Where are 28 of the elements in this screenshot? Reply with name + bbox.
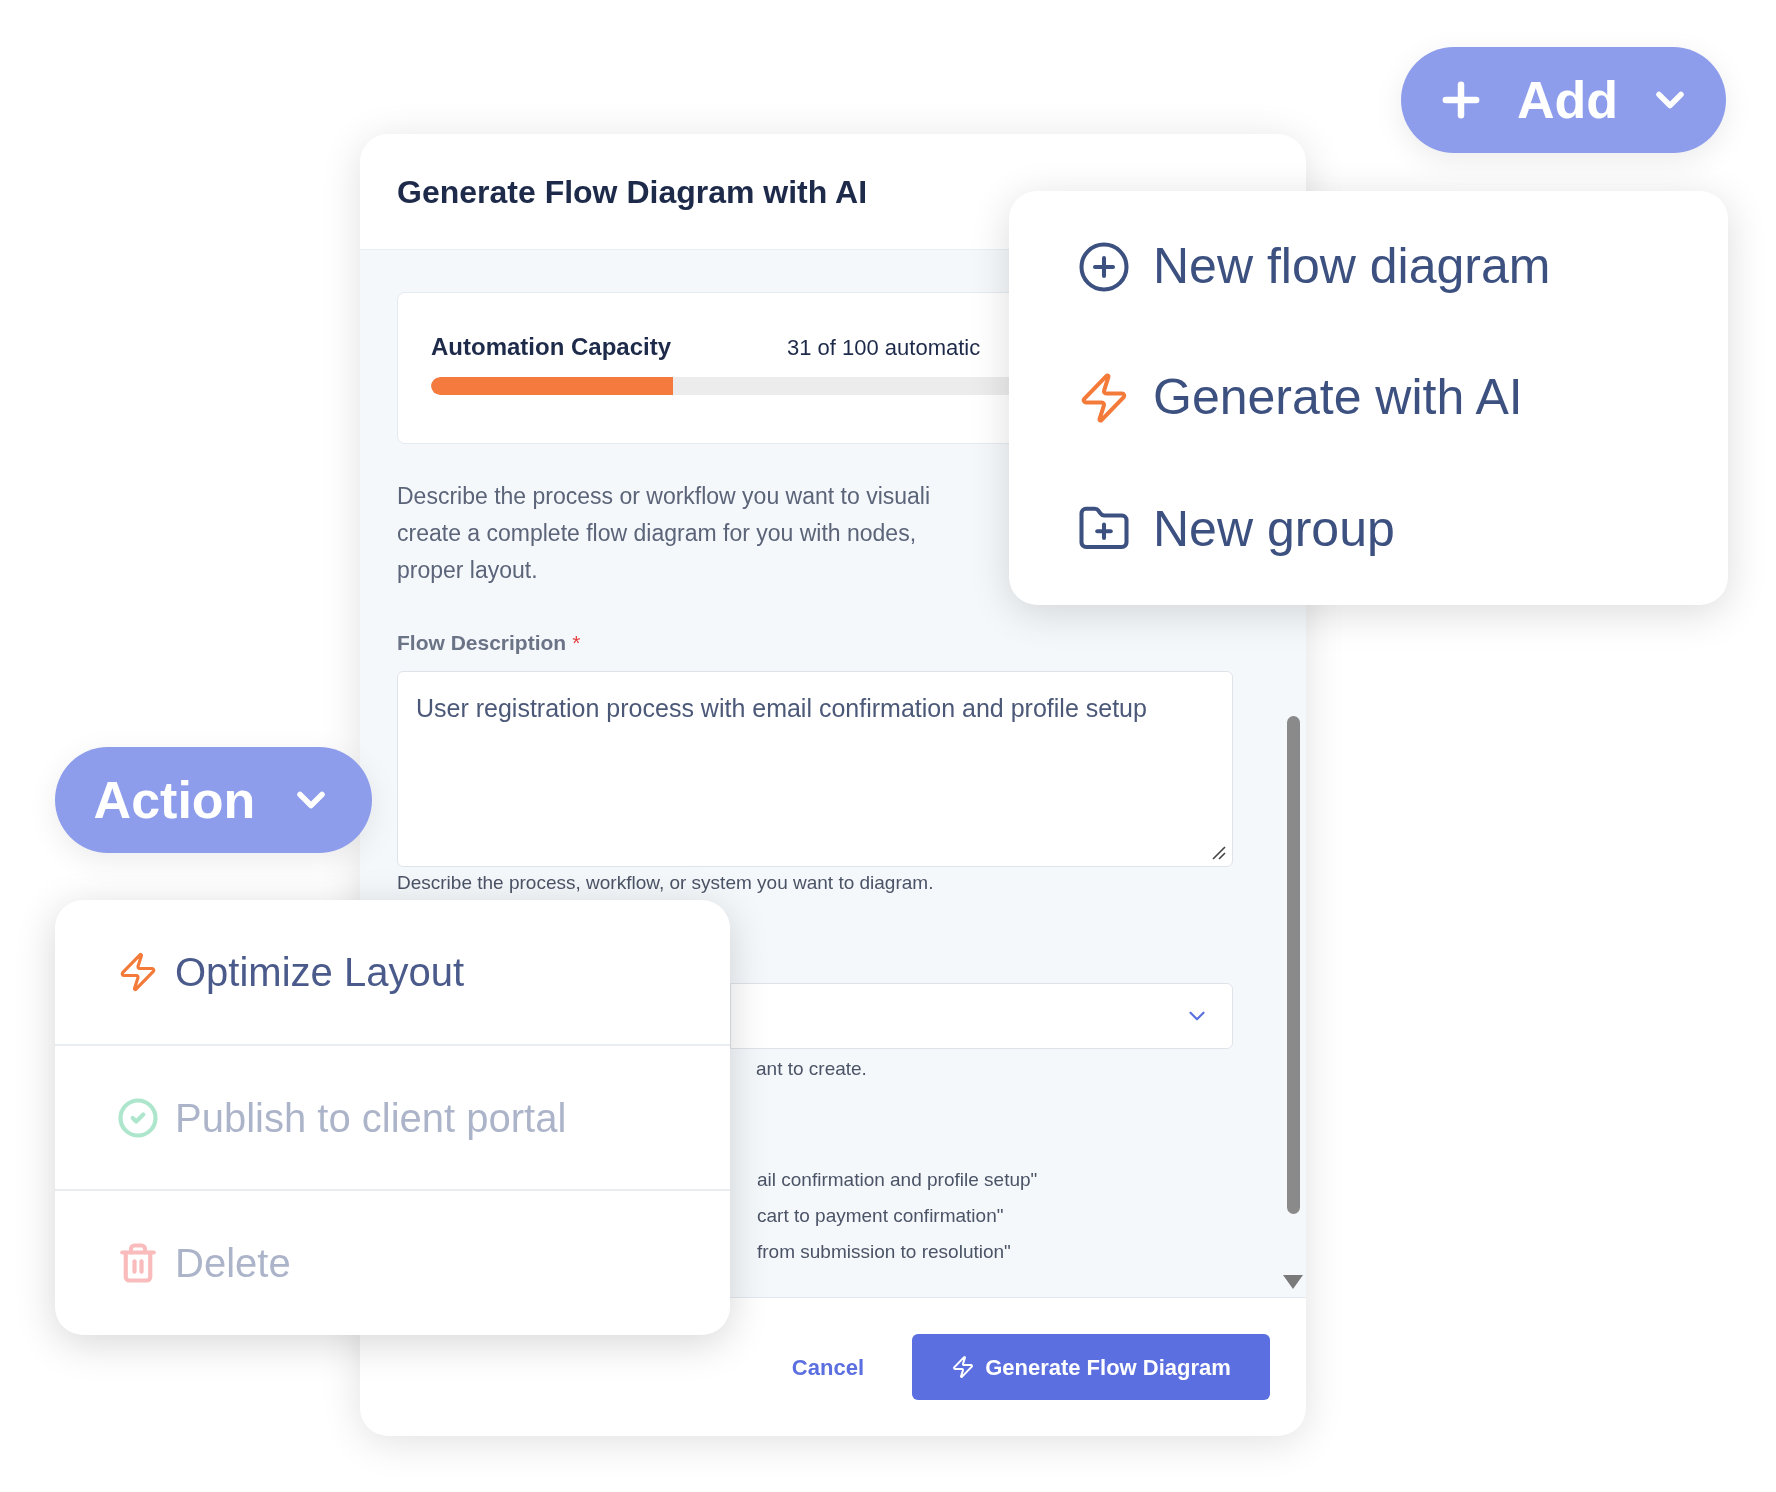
description-text: create a complete flow diagram for you with nodes, <box>397 519 917 548</box>
example-text: cart to payment confirmation" <box>757 1203 1005 1228</box>
help-text: Describe the process, workflow, or system you want to diagram. <box>397 870 934 895</box>
cancel-button[interactable]: Cancel <box>791 1350 864 1384</box>
example-text: ail confirmation and profile setup" <box>757 1167 1039 1192</box>
field-label: Flow Description <box>397 630 567 656</box>
scrollbar-thumb[interactable] <box>1286 716 1300 1214</box>
dialog-title: Generate Flow Diagram with AI <box>397 172 867 212</box>
capacity-label: Automation Capacity <box>431 332 673 362</box>
check-circle-icon <box>117 1096 159 1139</box>
required-mark: * <box>572 630 581 656</box>
menu-item[interactable]: Generate with AI <box>1077 343 1533 453</box>
description-text: Describe the process or workflow you want to visuali <box>397 482 931 511</box>
flow-description-field[interactable]: User registration process with email confirmation and profile setup <box>397 670 1233 867</box>
lightning-icon <box>951 1355 976 1379</box>
add-button[interactable]: Add <box>1401 47 1726 153</box>
action-button[interactable]: Action <box>55 747 372 853</box>
scroll-down-arrow-icon[interactable] <box>1283 1275 1303 1289</box>
generate-button[interactable]: Generate Flow Diagram <box>912 1334 1270 1400</box>
resize-handle-icon <box>1210 843 1226 860</box>
description-text: proper layout. <box>397 556 538 585</box>
trash-icon <box>117 1242 159 1285</box>
menu-item[interactable]: New group <box>1077 474 1405 585</box>
menu-item[interactable]: Optimize Layout <box>117 941 465 1002</box>
help-text: ant to create. <box>756 1057 868 1081</box>
example-text: from submission to resolution" <box>757 1239 1012 1264</box>
menu-item[interactable]: New flow diagram <box>1077 211 1561 322</box>
capacity-count: 31 of 100 automatic <box>787 333 981 362</box>
